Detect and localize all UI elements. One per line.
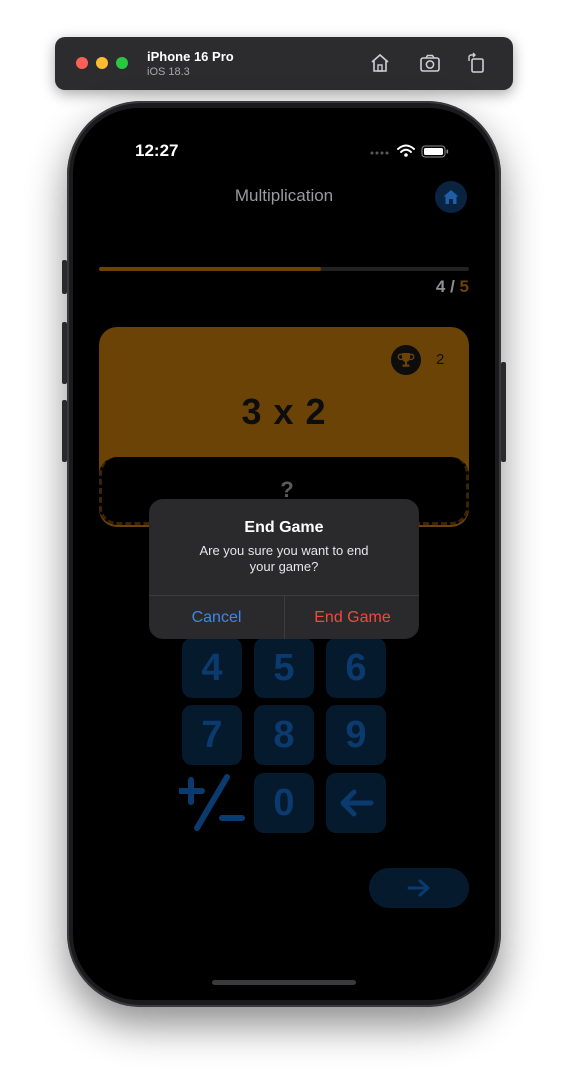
status-icons xyxy=(369,143,453,159)
screenshot-icon[interactable] xyxy=(419,52,441,74)
action-button xyxy=(62,260,67,294)
key-7[interactable]: 7 xyxy=(182,705,242,765)
next-button[interactable] xyxy=(369,868,469,908)
progress-fill xyxy=(99,267,321,271)
home-icon[interactable] xyxy=(369,52,391,74)
progress-current: 4 xyxy=(435,277,446,296)
backspace-key[interactable] xyxy=(326,773,386,833)
alert-title: End Game xyxy=(244,519,324,536)
volume-up-button xyxy=(62,322,67,384)
status-time: 12:27 xyxy=(135,141,179,160)
alert-message: Are you sure you want to end your game? xyxy=(199,543,369,574)
end-game-button[interactable]: End Game xyxy=(285,596,419,639)
end-game-alert: End Game Are you sure you want to end yo… xyxy=(149,499,419,639)
os-version: iOS 18.3 xyxy=(147,66,190,78)
device-name: iPhone 16 Pro xyxy=(147,49,234,64)
progress-total: 5 xyxy=(459,277,469,296)
progress-counter: 4 / 5 xyxy=(436,277,469,297)
wifi-icon xyxy=(397,144,415,153)
plus-minus-key[interactable] xyxy=(177,770,247,836)
question-text: 3 x 2 xyxy=(241,391,327,432)
progress-bar xyxy=(99,267,469,271)
app-screen: 12:27 Multiplication 4 / 5 2 3 x 2 ? 4 5… xyxy=(73,108,495,1000)
volume-down-button xyxy=(62,400,67,462)
key-8[interactable]: 8 xyxy=(254,705,314,765)
home-indicator xyxy=(212,980,356,985)
key-9[interactable]: 9 xyxy=(326,705,386,765)
trophy-icon xyxy=(391,345,421,375)
house-icon xyxy=(443,190,459,204)
key-6[interactable]: 6 xyxy=(326,638,386,698)
score-count: 2 xyxy=(436,351,445,368)
home-button[interactable] xyxy=(435,181,467,213)
rotate-icon[interactable] xyxy=(465,52,487,74)
key-4[interactable]: 4 xyxy=(182,638,242,698)
minimize-window-button[interactable] xyxy=(96,57,108,69)
zoom-window-button[interactable] xyxy=(116,57,128,69)
close-window-button[interactable] xyxy=(76,57,88,69)
simulator-toolbar: iPhone 16 Pro iOS 18.3 xyxy=(55,37,513,90)
power-button xyxy=(501,362,506,462)
key-5[interactable]: 5 xyxy=(254,638,314,698)
nav-title: Multiplication xyxy=(234,186,334,205)
progress-separator: / xyxy=(445,277,460,296)
battery-icon xyxy=(421,145,449,158)
cancel-button[interactable]: Cancel xyxy=(149,596,284,639)
arrow-right-icon xyxy=(407,879,430,897)
signal-icon xyxy=(370,151,389,155)
backspace-arrow-icon xyxy=(340,789,374,817)
key-0[interactable]: 0 xyxy=(254,773,314,833)
plus-minus-icon xyxy=(179,774,245,831)
